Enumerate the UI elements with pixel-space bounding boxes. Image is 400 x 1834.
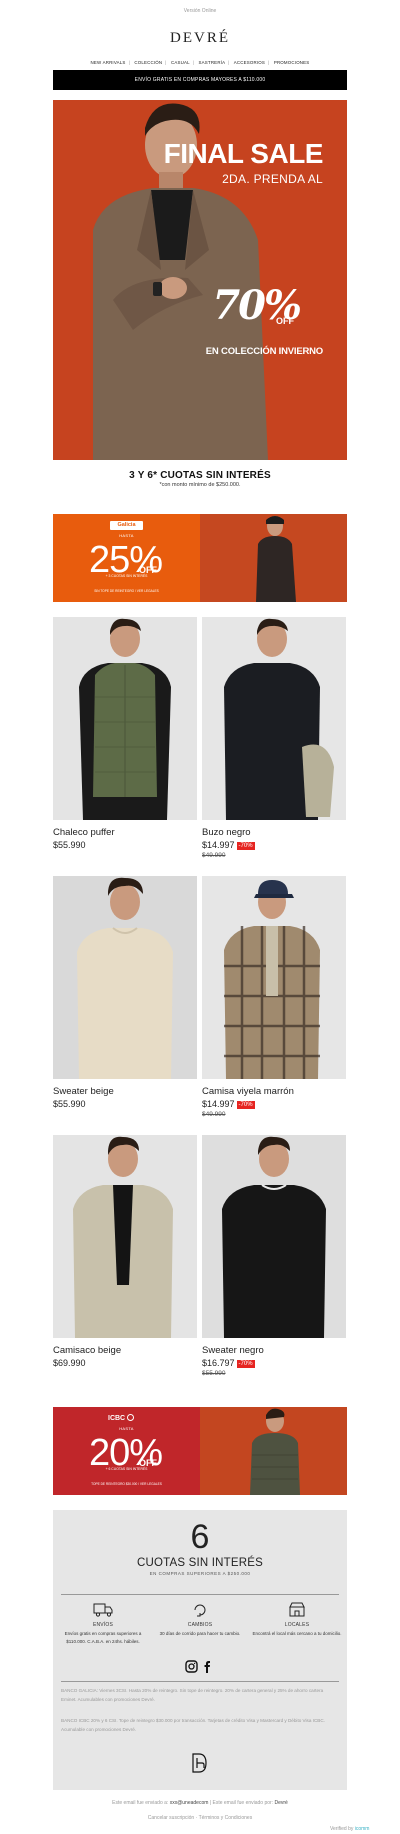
legal-icbc: BANCO ICBC 20% y 6 CSI. Tope de reintegr… <box>61 1718 325 1732</box>
terms-link[interactable]: Términos y Condiciones <box>199 1815 253 1821</box>
galicia-promo-banner[interactable]: Galicia HASTA 25% OFF + 3 CUOTAS SIN INT… <box>53 514 347 602</box>
truck-icon <box>58 1601 148 1621</box>
hero-off: OFF <box>276 316 294 326</box>
icbc-promo-banner[interactable]: ICBC HASTA 20% OFF + 6 CUOTAS SIN INTERÉ… <box>53 1407 347 1495</box>
product-price: $55.990 <box>53 840 86 850</box>
product-price: $55.990 <box>53 1099 86 1109</box>
promo-hasta: HASTA <box>119 1426 134 1431</box>
online-version-link[interactable]: Versión Online <box>0 8 400 14</box>
installments-number: 6 <box>190 1518 210 1556</box>
product-old-price: $55.990 <box>202 1370 226 1377</box>
nav-item-accesorios[interactable]: ACCESORIOS <box>234 60 265 65</box>
product-price: $16.797 -70% <box>202 1358 255 1368</box>
footer-links: Cancelar suscripción · Términos y Condic… <box>147 1815 253 1821</box>
discount-badge: -70% <box>236 1360 255 1368</box>
devre-monogram-logo <box>190 1752 210 1774</box>
discount-badge: -70% <box>236 842 255 850</box>
feature-text-locales: Encontrá el local más cercano a tu domic… <box>252 1631 342 1636</box>
email-info-line: Este email fue enviado a: xxx@uneadecom … <box>112 1800 288 1806</box>
main-nav: NEW ARRIVALS | COLECCIÓN | CASUAL | SASTRER… <box>90 60 310 65</box>
product-name[interactable]: Buzo negro <box>202 827 346 838</box>
installments-title: 3 Y 6* CUOTAS SIN INTERÉS <box>129 470 271 481</box>
product-sale-price: $14.997 <box>202 840 235 850</box>
product-old-price: $49.990 <box>202 852 226 859</box>
nav-item-coleccion[interactable]: COLECCIÓN <box>134 60 162 65</box>
product-image-camisa-viyela[interactable] <box>202 876 346 1079</box>
promo-terms: TOPE DE REINTEGRO $30.000 / VER LEGALES <box>91 1482 162 1486</box>
hero-subtitle: 2DA. PRENDA AL <box>222 172 323 186</box>
product-image-buzo-negro[interactable] <box>202 617 346 820</box>
hero-collection: EN COLECCIÓN INVIERNO <box>205 346 323 357</box>
icbc-seal-icon <box>127 1414 135 1421</box>
promo-terms: SIN TOPE DE REINTEGRO / VER LEGALES <box>94 589 159 593</box>
verified-by: Verified by icomm <box>330 1826 370 1832</box>
sender-name: Devré <box>274 1800 288 1806</box>
product-name[interactable]: Camisa viyela marrón <box>202 1086 346 1097</box>
product-image-sweater-beige[interactable] <box>53 876 197 1079</box>
instagram-icon[interactable] <box>185 1660 198 1673</box>
product-sale-price: $16.797 <box>202 1358 235 1368</box>
store-icon <box>252 1601 342 1621</box>
installments-note: *con monto mínimo de $250.000. <box>159 482 241 488</box>
brand-logo[interactable]: DEVRÉ <box>0 30 400 47</box>
product-image-camisaco-beige[interactable] <box>53 1135 197 1338</box>
icbc-promo-panel: ICBC HASTA 20% OFF + 6 CUOTAS SIN INTERÉ… <box>53 1407 200 1495</box>
free-shipping-bar: ENVÍO GRATIS EN COMPRAS MAYORES A $110.0… <box>53 70 347 90</box>
galicia-promo-panel: Galicia HASTA 25% OFF + 3 CUOTAS SIN INT… <box>53 514 200 602</box>
feature-text-envios: Envíos gratis en compras superiores a $1… <box>64 1631 142 1644</box>
product-price: $69.990 <box>53 1358 86 1368</box>
product-name[interactable]: Camisaco beige <box>53 1345 197 1356</box>
product-name[interactable]: Sweater negro <box>202 1345 346 1356</box>
promo-installments: + 3 CUOTAS SIN INTERÉS <box>105 574 148 578</box>
product-name[interactable]: Chaleco puffer <box>53 827 197 838</box>
icbc-logo: ICBC <box>108 1414 148 1422</box>
product-name[interactable]: Sweater beige <box>53 1086 197 1097</box>
nav-item-promociones[interactable]: PROMOCIONES <box>274 60 310 65</box>
promo-installments: + 6 CUOTAS SIN INTERÉS <box>105 1467 148 1471</box>
recipient-email: xxx@uneadecom <box>169 1800 209 1806</box>
product-price: $14.997 -70% <box>202 1099 255 1109</box>
feature-label-locales: LOCALES <box>284 1622 310 1628</box>
product-sale-price: $14.997 <box>202 1099 235 1109</box>
product-price: $14.997 -70% <box>202 840 255 850</box>
social-links <box>185 1659 215 1675</box>
galicia-logo: Galicia <box>110 521 143 530</box>
product-image-chaleco-puffer[interactable] <box>53 617 197 820</box>
footer-divider <box>61 1681 339 1682</box>
installments-subheading: EN COMPRAS SUPERIORES A $250.000 <box>149 1571 251 1576</box>
product-old-price: $49.990 <box>202 1111 226 1118</box>
icomm-brand[interactable]: icomm <box>355 1826 370 1832</box>
feature-label-envios: ENVÍOS <box>92 1622 114 1628</box>
nav-item-sastreria[interactable]: SASTRERÍA <box>199 60 226 65</box>
icbc-promo-photo <box>200 1407 347 1495</box>
facebook-icon[interactable] <box>204 1661 211 1673</box>
unsubscribe-link[interactable]: Cancelar suscripción <box>148 1815 194 1821</box>
installments-heading: CUOTAS SIN INTERÉS <box>136 1557 264 1569</box>
feature-label-cambios: CAMBIOS <box>187 1622 213 1628</box>
legal-galicia: BANCO GALICIA: Viernes 3CSI. Hasta 20% d… <box>61 1688 324 1702</box>
discount-badge: -70% <box>236 1101 255 1109</box>
feature-text-cambios: 30 días de corrido para hacer tu cambio. <box>159 1631 241 1636</box>
galicia-promo-photo <box>200 514 347 602</box>
exchange-icon <box>155 1601 245 1621</box>
nav-item-new-arrivals[interactable]: NEW ARRIVALS <box>91 60 126 65</box>
nav-item-casual[interactable]: CASUAL <box>171 60 190 65</box>
hero-title: FINAL SALE <box>163 138 324 169</box>
promo-hasta: HASTA <box>119 533 134 538</box>
product-image-sweater-negro[interactable] <box>202 1135 346 1338</box>
footer-divider <box>61 1594 339 1595</box>
